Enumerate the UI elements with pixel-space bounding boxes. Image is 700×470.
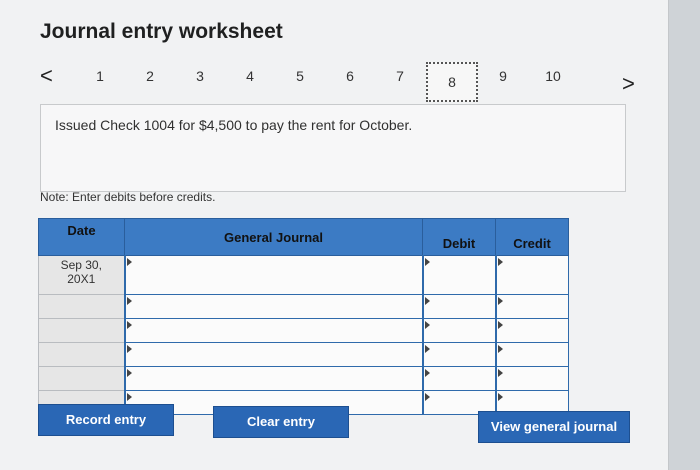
transaction-description: Issued Check 1004 for $4,500 to pay the … [55,117,413,133]
step-7[interactable]: 7 [390,68,410,84]
step-8-active[interactable]: 8 [426,62,478,102]
debit-input[interactable] [421,318,496,343]
credit-input[interactable] [494,318,569,343]
account-input[interactable] [123,294,423,319]
table-row [38,294,569,319]
step-10[interactable]: 10 [543,68,563,84]
credit-input[interactable] [494,255,569,295]
account-input[interactable] [123,255,423,295]
debit-input[interactable] [421,342,496,367]
date-cell [38,342,125,367]
step-1[interactable]: 1 [90,68,110,84]
account-input[interactable] [123,342,423,367]
account-input[interactable] [123,318,423,343]
header-general-journal: General Journal [124,218,423,256]
date-cell: Sep 30, 20X1 [38,255,125,295]
header-debit: Debit [422,218,496,256]
debit-input[interactable] [421,294,496,319]
page-title: Journal entry worksheet [40,20,283,43]
credit-input[interactable] [494,366,569,391]
step-navigation: < 1 2 3 4 5 6 7 8 9 10 > [40,62,640,106]
step-3[interactable]: 3 [190,68,210,84]
date-cell [38,318,125,343]
journal-table: Date General Journal Debit Credit Sep 30… [38,218,569,415]
table-row [38,342,569,367]
transaction-description-box: Issued Check 1004 for $4,500 to pay the … [40,104,626,192]
date-line-2: 20X1 [67,272,96,286]
view-general-journal-button[interactable]: View general journal [478,411,630,443]
table-row [38,318,569,343]
header-date: Date [38,218,125,256]
note-text: Note: Enter debits before credits. [40,190,216,204]
credit-input[interactable] [494,342,569,367]
date-line-1: Sep 30, [60,258,102,272]
debit-input[interactable] [421,255,496,295]
credit-input[interactable] [494,294,569,319]
table-row [38,366,569,391]
date-cell [38,294,125,319]
step-2[interactable]: 2 [140,68,160,84]
debit-input[interactable] [421,366,496,391]
header-credit: Credit [495,218,569,256]
record-entry-button[interactable]: Record entry [38,404,174,436]
clear-entry-button[interactable]: Clear entry [213,406,349,438]
worksheet-panel: Journal entry worksheet < 1 2 3 4 5 6 7 … [0,0,669,470]
account-input[interactable] [123,366,423,391]
step-6[interactable]: 6 [340,68,360,84]
step-5[interactable]: 5 [290,68,310,84]
step-9[interactable]: 9 [493,68,513,84]
table-row: Sep 30, 20X1 [38,255,569,295]
prev-arrow-icon[interactable]: < [40,62,53,90]
step-4[interactable]: 4 [240,68,260,84]
date-cell [38,366,125,391]
next-arrow-icon[interactable]: > [622,70,635,98]
